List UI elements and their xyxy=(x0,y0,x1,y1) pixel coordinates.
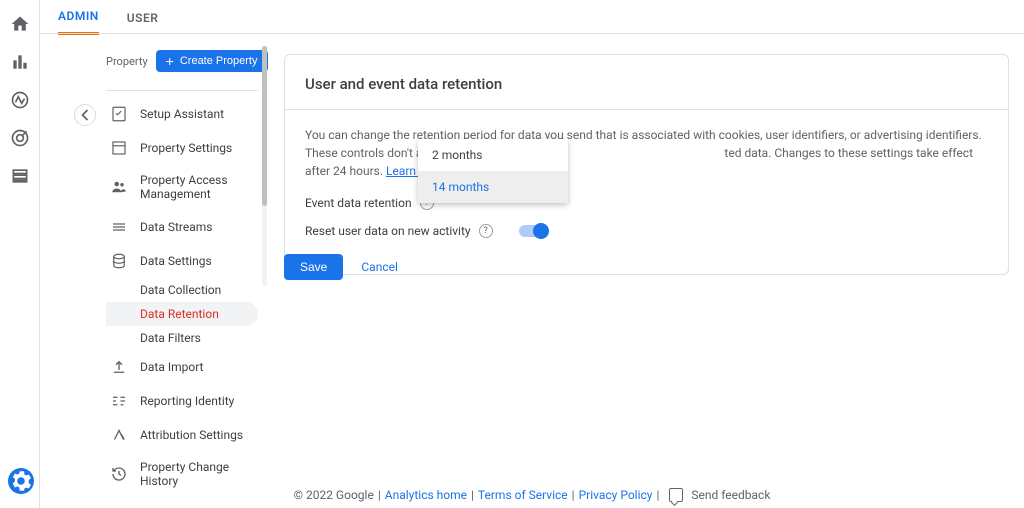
home-icon[interactable] xyxy=(10,14,30,34)
reset-user-data-label: Reset user data on new activity xyxy=(305,224,471,238)
form-actions: Save Cancel xyxy=(284,254,398,280)
reset-user-data-toggle[interactable] xyxy=(519,225,547,237)
footer-send-feedback[interactable]: Send feedback xyxy=(691,488,770,502)
cancel-button[interactable]: Cancel xyxy=(361,260,398,274)
footer-tos-link[interactable]: Terms of Service xyxy=(478,488,568,502)
nav-data-streams[interactable]: Data Streams xyxy=(106,210,258,244)
nav-reporting-identity[interactable]: Reporting Identity xyxy=(106,384,258,418)
left-icon-rail xyxy=(0,0,40,508)
nav-property-settings[interactable]: Property Settings xyxy=(106,131,258,165)
explore-icon[interactable] xyxy=(10,90,30,110)
help-icon[interactable]: ? xyxy=(479,224,493,238)
card-title: User and event data retention xyxy=(285,55,1008,110)
nav-setup-assistant[interactable]: Setup Assistant xyxy=(106,97,258,131)
footer-copyright: © 2022 Google xyxy=(294,488,374,502)
event-data-retention-label: Event data retention xyxy=(305,196,412,210)
divider xyxy=(106,90,258,91)
nav-data-retention[interactable]: Data Retention xyxy=(106,302,258,326)
nav-data-filters[interactable]: Data Filters xyxy=(106,326,258,350)
event-data-retention-row: Event data retention ? xyxy=(305,196,988,210)
history-icon xyxy=(110,465,128,483)
admin-user-tabs: ADMIN USER xyxy=(58,0,158,34)
data-retention-card: User and event data retention You can ch… xyxy=(284,54,1009,275)
property-sidebar: Setup Assistant Property Settings Proper… xyxy=(106,90,258,496)
save-button[interactable]: Save xyxy=(284,254,343,280)
footer-analytics-home-link[interactable]: Analytics home xyxy=(385,488,467,502)
nav-data-settings[interactable]: Data Settings xyxy=(106,244,258,278)
checklist-icon xyxy=(110,105,128,123)
divider xyxy=(40,33,1024,34)
reset-user-data-row: Reset user data on new activity ? xyxy=(305,224,988,238)
nav-data-collection[interactable]: Data Collection xyxy=(106,278,258,302)
feedback-icon xyxy=(669,488,683,502)
plus-icon: + xyxy=(166,54,174,68)
configure-icon[interactable] xyxy=(10,166,30,186)
page-footer: © 2022 Google | Analytics home | Terms o… xyxy=(40,482,1024,508)
attribution-icon xyxy=(110,426,128,444)
settings-panel-icon xyxy=(110,139,128,157)
upload-icon xyxy=(110,358,128,376)
property-label: Property xyxy=(106,55,148,68)
dropdown-option-14-months[interactable]: 14 months xyxy=(418,171,568,203)
back-button[interactable] xyxy=(74,104,96,126)
reports-icon[interactable] xyxy=(10,52,30,72)
tab-admin[interactable]: ADMIN xyxy=(58,9,99,35)
streams-icon xyxy=(110,218,128,236)
create-property-button[interactable]: + Create Property xyxy=(156,50,268,72)
nav-attribution-settings[interactable]: Attribution Settings xyxy=(106,418,258,452)
card-description: You can change the retention period for … xyxy=(305,126,988,180)
nav-data-import[interactable]: Data Import xyxy=(106,350,258,384)
footer-privacy-link[interactable]: Privacy Policy xyxy=(579,488,653,502)
admin-gear-fab[interactable] xyxy=(8,468,34,494)
property-header: Property + Create Property xyxy=(106,50,268,72)
dropdown-option-2-months[interactable]: 2 months xyxy=(418,139,568,171)
nav-property-access[interactable]: Property Access Management xyxy=(106,165,258,210)
identity-icon xyxy=(110,392,128,410)
sidebar-scroll-thumb[interactable] xyxy=(262,46,267,206)
create-property-label: Create Property xyxy=(180,55,258,67)
tab-user[interactable]: USER xyxy=(127,11,159,34)
people-icon xyxy=(110,178,128,196)
database-icon xyxy=(110,252,128,270)
advertising-icon[interactable] xyxy=(10,128,30,148)
event-retention-dropdown: 2 months 14 months xyxy=(418,139,568,203)
